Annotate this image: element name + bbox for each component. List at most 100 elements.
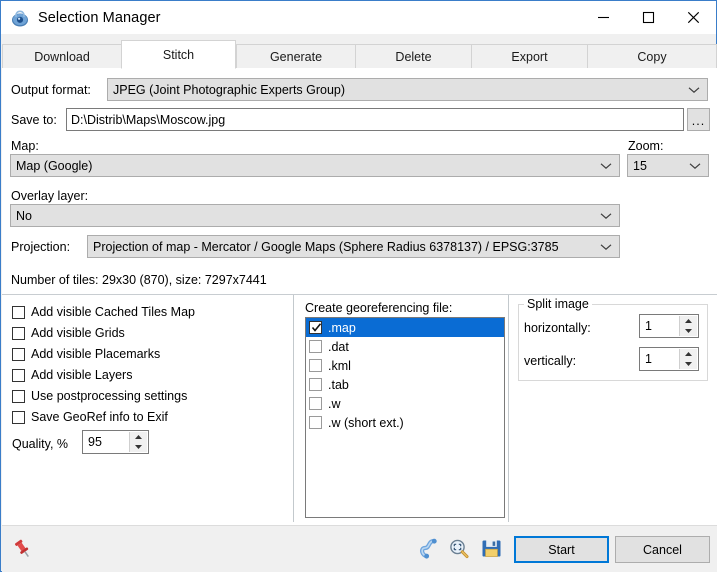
pushpin-icon[interactable] xyxy=(11,537,35,561)
split-horizontal-spinner[interactable]: 1 xyxy=(639,314,699,338)
tab-generate[interactable]: Generate xyxy=(236,44,356,68)
split-vertical-spinner-up[interactable] xyxy=(680,349,697,359)
start-button-label: Start xyxy=(548,542,575,557)
chevron-down-icon xyxy=(600,243,612,250)
map-label: Map: xyxy=(11,139,39,153)
georef-listbox[interactable]: .map .dat .kml .tab .w .w (short ext.) xyxy=(305,317,505,518)
maximize-icon xyxy=(642,11,655,24)
checkbox-box xyxy=(12,389,25,403)
browse-label: ... xyxy=(691,114,706,128)
split-image-title: Split image xyxy=(524,297,592,311)
zoom-label: Zoom: xyxy=(628,139,664,153)
split-horizontal-value: 1 xyxy=(645,319,652,333)
zoom-to-selection-icon[interactable] xyxy=(448,538,470,560)
tab-strip: Download Stitch Generate Delete Export C… xyxy=(2,40,717,69)
caret-down-icon xyxy=(685,362,692,366)
output-format-label: Output format: xyxy=(11,83,91,97)
floppy-save-icon[interactable] xyxy=(481,538,502,559)
tab-delete[interactable]: Delete xyxy=(355,44,472,68)
minimize-button[interactable] xyxy=(581,1,626,34)
close-button[interactable] xyxy=(671,1,716,34)
quality-spinner-down[interactable] xyxy=(130,442,147,452)
tab-export[interactable]: Export xyxy=(471,44,588,68)
georef-item-kml[interactable]: .kml xyxy=(306,356,504,375)
checkbox-use-postprocessing-settings[interactable]: Use postprocessing settings xyxy=(12,387,187,405)
tab-delete-label: Delete xyxy=(395,49,432,64)
stitch-tab-panel: Output format: JPEG (Joint Photographic … xyxy=(2,68,717,572)
checkbox-box xyxy=(309,416,322,429)
output-format-value: JPEG (Joint Photographic Experts Group) xyxy=(113,82,346,97)
minimize-icon xyxy=(598,16,609,19)
split-vertical-spinner-buttons[interactable] xyxy=(679,349,697,369)
checkbox-label: Add visible Placemarks xyxy=(31,347,161,361)
window-title: Selection Manager xyxy=(38,9,161,26)
georef-item-map[interactable]: .map xyxy=(306,318,504,337)
overlay-layer-combo[interactable]: No xyxy=(10,204,620,227)
checkbox-box xyxy=(309,340,322,353)
checkbox-box xyxy=(309,378,322,391)
georef-item-label: .tab xyxy=(328,377,349,392)
caret-down-icon xyxy=(685,329,692,333)
save-to-input[interactable]: D:\Distrib\Maps\Moscow.jpg xyxy=(66,108,684,131)
tab-stitch[interactable]: Stitch xyxy=(121,40,236,69)
save-to-value: D:\Distrib\Maps\Moscow.jpg xyxy=(71,112,226,127)
tab-generate-label: Generate xyxy=(269,49,323,64)
split-horizontal-spinner-buttons[interactable] xyxy=(679,316,697,336)
georef-item-label: .w xyxy=(328,396,341,411)
georef-item-tab[interactable]: .tab xyxy=(306,375,504,394)
browse-button[interactable]: ... xyxy=(687,108,710,131)
split-horizontal-spinner-down[interactable] xyxy=(680,326,697,336)
app-globe-icon xyxy=(12,10,28,26)
checkbox-box xyxy=(12,326,25,340)
checkbox-box xyxy=(12,410,25,424)
start-button[interactable]: Start xyxy=(514,536,609,563)
checkbox-label: Add visible Cached Tiles Map xyxy=(31,305,195,319)
cancel-button[interactable]: Cancel xyxy=(615,536,710,563)
georef-item-w-short[interactable]: .w (short ext.) xyxy=(306,413,504,432)
output-format-combo[interactable]: JPEG (Joint Photographic Experts Group) xyxy=(107,78,708,101)
georef-item-label: .dat xyxy=(328,339,349,354)
quality-label: Quality, % xyxy=(12,437,69,451)
checkbox-add-visible-placemarks[interactable]: Add visible Placemarks xyxy=(12,345,160,363)
checkbox-save-georef-info-to-exif[interactable]: Save GeoRef info to Exif xyxy=(12,408,168,426)
checkbox-add-cached-tiles-map[interactable]: Add visible Cached Tiles Map xyxy=(12,303,195,321)
split-vertical-label: vertically: xyxy=(524,354,577,368)
checkbox-box xyxy=(309,359,322,372)
split-horizontal-spinner-up[interactable] xyxy=(680,316,697,326)
tab-copy[interactable]: Copy xyxy=(587,44,717,68)
selection-manager-window: Selection Manager Download Stitch Genera… xyxy=(0,0,717,572)
georef-item-label: .w (short ext.) xyxy=(328,415,404,430)
georef-item-dat[interactable]: .dat xyxy=(306,337,504,356)
quality-spinner-buttons[interactable] xyxy=(129,432,147,452)
checkbox-add-visible-layers[interactable]: Add visible Layers xyxy=(12,366,132,384)
tiles-info-text: Number of tiles: 29x30 (870), size: 7297… xyxy=(11,273,267,287)
tab-download-label: Download xyxy=(34,49,90,64)
zoom-value: 15 xyxy=(633,158,647,173)
caption-buttons xyxy=(581,1,716,34)
checkbox-add-visible-grids[interactable]: Add visible Grids xyxy=(12,324,125,342)
tab-copy-label: Copy xyxy=(637,49,667,64)
caret-up-icon xyxy=(135,435,142,439)
footer-separator xyxy=(2,525,717,526)
projection-combo[interactable]: Projection of map - Mercator / Google Ma… xyxy=(87,235,620,258)
polyline-route-icon[interactable] xyxy=(418,538,440,560)
georef-item-w[interactable]: .w xyxy=(306,394,504,413)
map-combo[interactable]: Map (Google) xyxy=(10,154,620,177)
split-vertical-spinner-down[interactable] xyxy=(680,359,697,369)
maximize-button[interactable] xyxy=(626,1,671,34)
quality-spinner-up[interactable] xyxy=(130,432,147,442)
tab-download[interactable]: Download xyxy=(2,44,122,68)
georef-item-label: .kml xyxy=(328,358,351,373)
checkbox-box xyxy=(309,321,322,334)
georef-item-label: .map xyxy=(328,320,356,335)
tab-stitch-label: Stitch xyxy=(162,47,195,62)
check-icon xyxy=(311,323,322,332)
caret-up-icon xyxy=(685,352,692,356)
split-vertical-spinner[interactable]: 1 xyxy=(639,347,699,371)
quality-spinner[interactable]: 95 xyxy=(82,430,149,454)
checkbox-label: Add visible Grids xyxy=(31,326,125,340)
checkbox-label: Use postprocessing settings xyxy=(31,389,188,403)
zoom-combo[interactable]: 15 xyxy=(627,154,709,177)
checkbox-label: Add visible Layers xyxy=(31,368,133,382)
tab-export-label: Export xyxy=(511,49,548,64)
